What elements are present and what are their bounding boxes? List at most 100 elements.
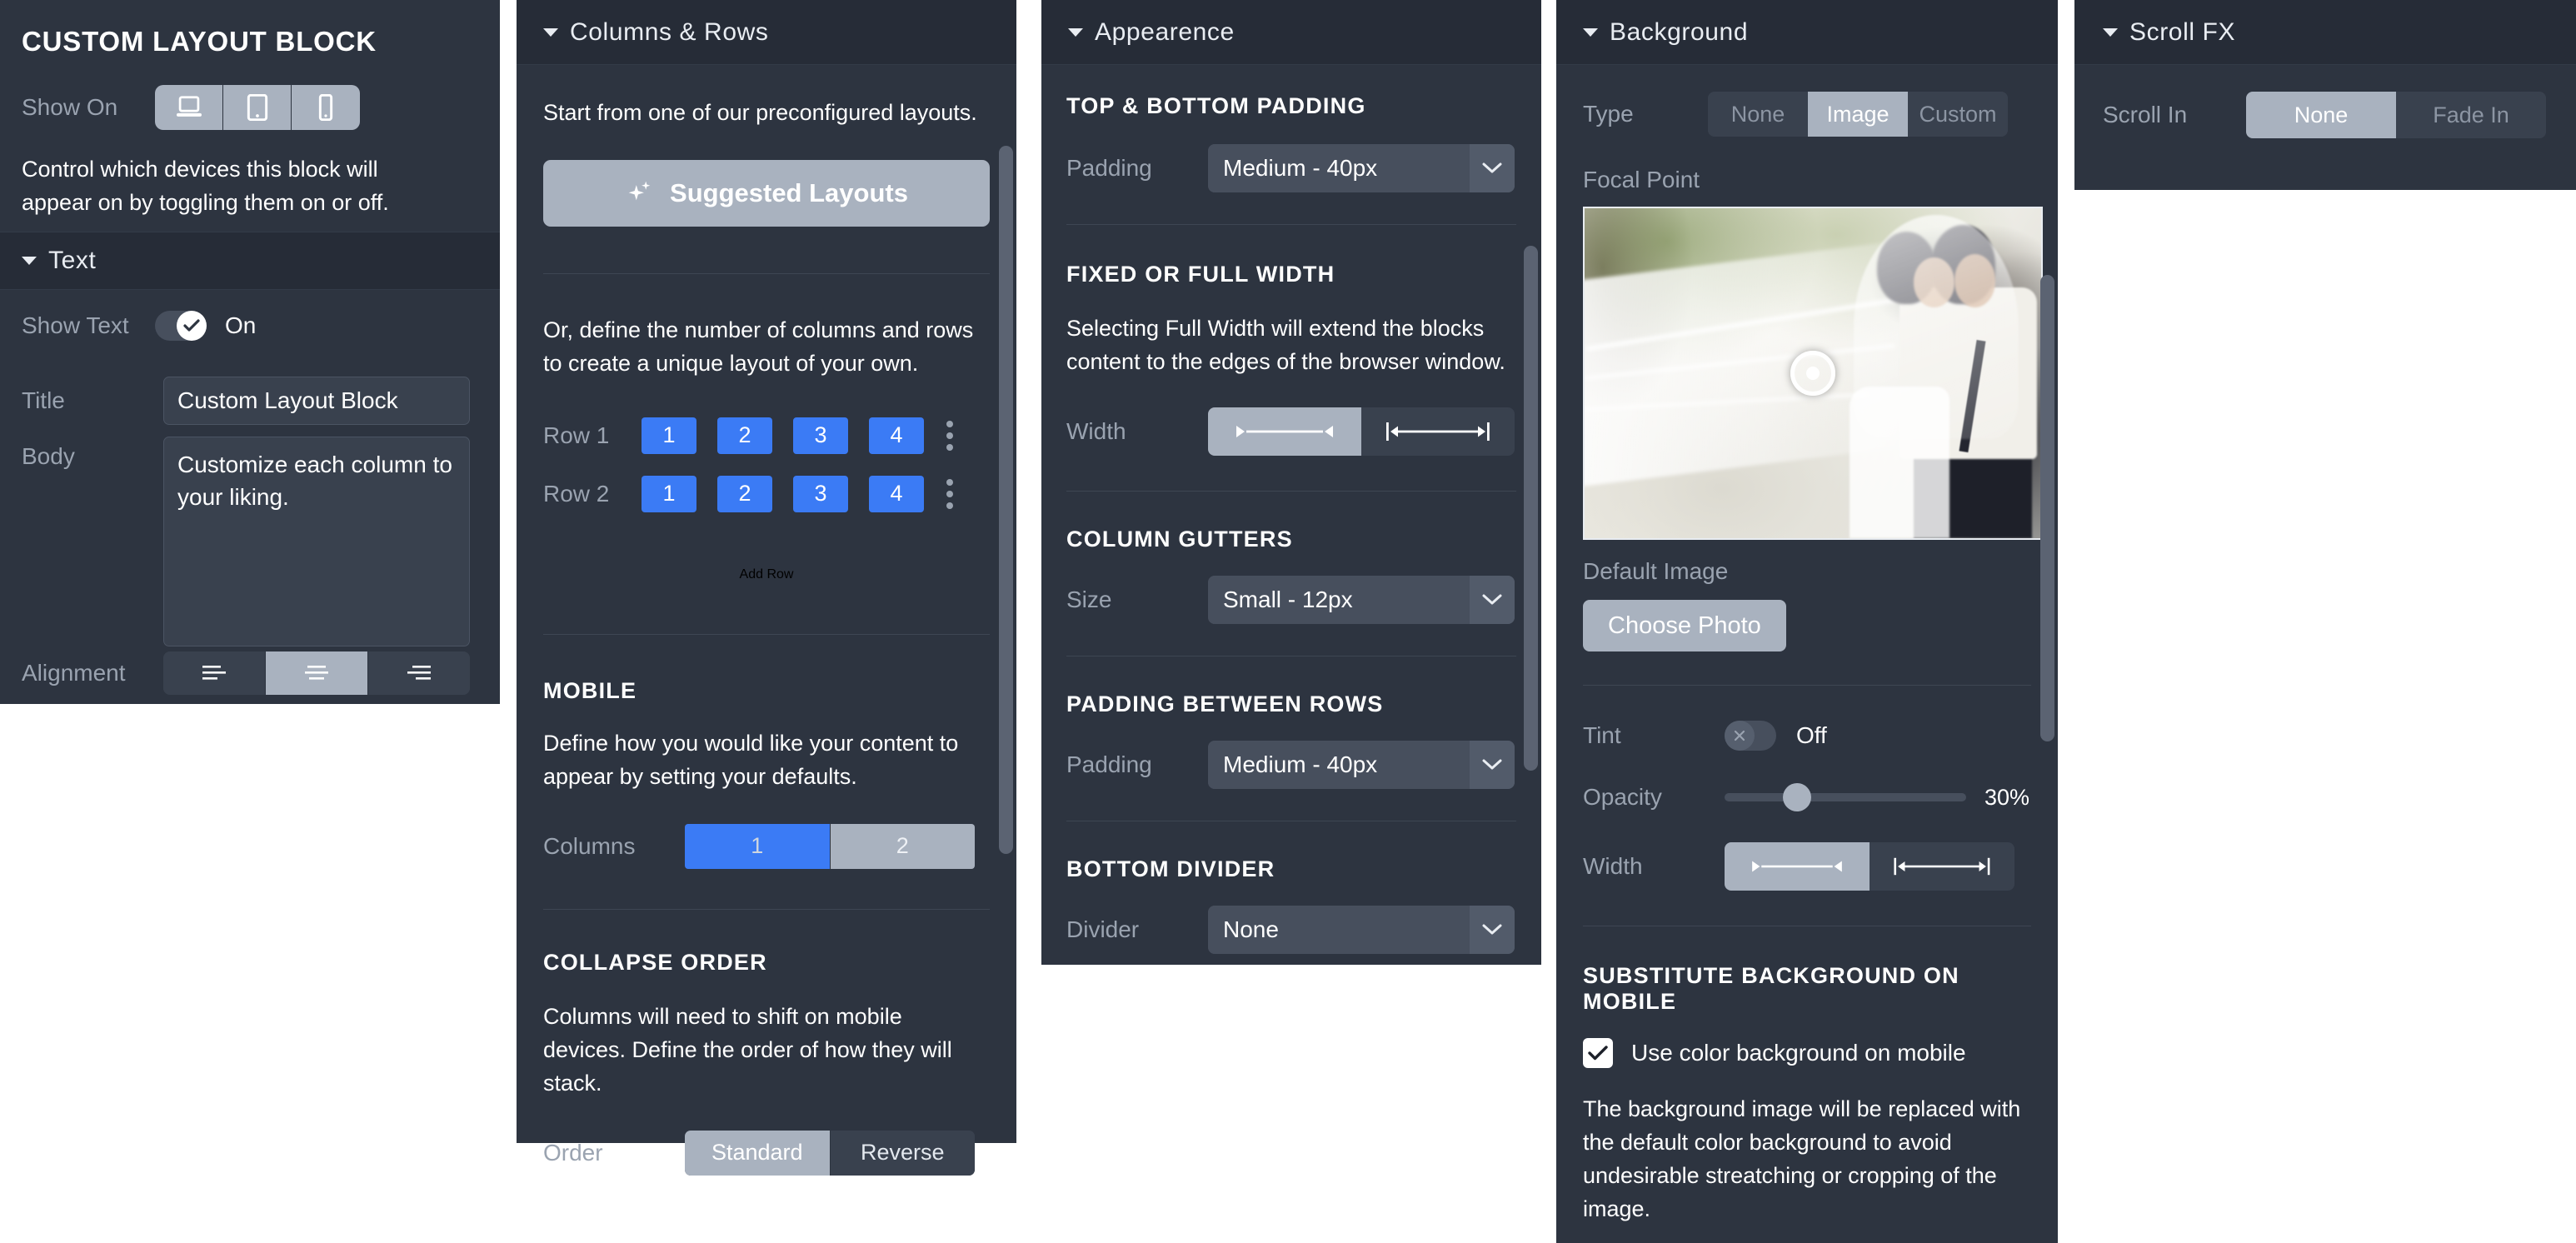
width-row: Width [1066,407,1516,456]
scroll-in-option-fade-in[interactable]: Fade In [2396,92,2546,138]
row-2-label: Row 2 [543,480,610,507]
row-1-cell-3[interactable]: 3 [793,417,848,454]
tablet-icon [247,94,267,121]
columns-rows-scrollbar[interactable] [999,146,1013,854]
appearance-header[interactable]: Appearence [1041,0,1541,65]
background-header[interactable]: Background [1556,0,2058,65]
show-text-row: Show Text On [22,305,488,347]
device-toggle-tablet[interactable] [223,85,292,130]
background-width-full[interactable] [1870,842,2014,891]
focal-point-marker[interactable] [1790,351,1835,396]
row-2-cell-1[interactable]: 1 [642,475,696,512]
substitute-checkbox-row[interactable]: Use color background on mobile [1583,1038,2031,1068]
body-textarea[interactable]: Customize each column to your liking. [163,437,470,646]
divider-dropdown[interactable]: None [1208,905,1515,954]
width-option-fixed[interactable] [1208,407,1361,456]
mobile-columns-option-2[interactable]: 2 [830,823,975,869]
align-center-icon [305,666,328,680]
padding-label: Padding [1066,155,1152,181]
toggle-knob [177,311,207,341]
row-1-options-icon[interactable] [937,420,962,451]
focal-point-dot [1806,367,1820,380]
panel-custom-layout-block: CUSTOM LAYOUT BLOCK Show On Control whic… [0,0,500,704]
text-section-label: Text [48,247,97,274]
panel-appearance: Appearence TOP & BOTTOM PADDING Padding … [1041,0,1541,965]
chevron-down-icon [543,27,558,37]
opacity-track [1725,783,1966,811]
panel-scroll-fx: Scroll FX Scroll In None Fade In [2074,0,2576,190]
mobile-section-header: MOBILE [543,677,637,703]
title-input[interactable]: Custom Layout Block [163,377,470,425]
width-group[interactable] [1208,407,1515,456]
mobile-columns-group[interactable]: 1 2 [685,823,975,869]
order-option-reverse[interactable]: Reverse [830,1130,975,1176]
row-1-cell-1[interactable]: 1 [642,417,696,454]
background-scrollbar[interactable] [2040,275,2054,741]
background-type-custom[interactable]: Custom [1908,92,2008,137]
scroll-in-group[interactable]: None Fade In [2246,92,2546,138]
background-type-image[interactable]: Image [1808,92,1908,137]
panel-columns-rows: Columns & Rows Start from one of our pre… [517,0,1016,1176]
text-section-header[interactable]: Text [0,232,500,290]
appearance-scrollbar[interactable] [1524,246,1538,771]
check-icon [1588,1046,1608,1061]
alignment-group[interactable] [163,651,470,695]
suggested-layouts-button[interactable]: Suggested Layouts [543,159,990,227]
width-option-full[interactable] [1361,407,1515,456]
add-row-button[interactable]: Add Row [740,567,794,582]
mobile-columns-option-1[interactable]: 1 [685,823,831,869]
scroll-in-label: Scroll In [2103,102,2188,127]
collapse-order-row: Order Standard Reverse [543,1130,990,1176]
background-width-fixed[interactable] [1725,842,1870,891]
tint-toggle[interactable] [1725,721,1776,751]
use-color-background-checkbox[interactable] [1583,1038,1613,1068]
block-title-bar: CUSTOM LAYOUT BLOCK [0,0,500,83]
background-type-group[interactable]: None Image Custom [1708,92,2008,137]
mobile-columns-row: Columns 1 2 [543,823,990,869]
title-row: Title Custom Layout Block [22,377,488,425]
default-image-label: Default Image [1583,558,1729,584]
row-1-cell-2[interactable]: 2 [717,417,772,454]
align-right-icon [407,666,431,680]
row-2-options-icon[interactable] [937,478,962,509]
padding-rows-dropdown[interactable]: Medium - 40px [1208,740,1515,789]
device-toggle-phone[interactable] [292,85,360,130]
divider-value: None [1208,905,1470,954]
row-2-cell-3[interactable]: 3 [793,475,848,512]
opacity-knob[interactable] [1782,783,1811,811]
row-2-cell-4[interactable]: 4 [869,475,924,512]
columns-rows-label: Columns & Rows [570,17,769,46]
focal-point-preview[interactable] [1583,207,2043,540]
row-2-cell-2[interactable]: 2 [717,475,772,512]
device-toggle-laptop[interactable] [155,85,223,130]
chevron-down-icon [1068,27,1083,37]
opacity-slider[interactable] [1725,783,1966,811]
show-on-device-toggle-group[interactable] [155,85,360,130]
background-width-label: Width [1583,853,1643,879]
padding-rows-row: Padding Medium - 40px [1066,740,1516,789]
columns-rows-header[interactable]: Columns & Rows [517,0,1016,65]
order-group[interactable]: Standard Reverse [685,1130,975,1176]
row-1-cell-4[interactable]: 4 [869,417,924,454]
order-option-standard[interactable]: Standard [685,1130,831,1176]
tint-label: Tint [1583,722,1621,748]
padding-dropdown[interactable]: Medium - 40px [1208,144,1515,192]
gutter-size-dropdown[interactable]: Small - 12px [1208,575,1515,624]
background-type-none[interactable]: None [1708,92,1808,137]
background-width-group[interactable] [1725,842,2014,891]
scroll-in-option-none[interactable]: None [2246,92,2396,138]
alignment-center-button[interactable] [266,651,368,695]
collapse-order-header: COLLAPSE ORDER [543,949,767,975]
scroll-fx-header[interactable]: Scroll FX [2074,0,2576,65]
row-config-2: Row 2 1 2 3 4 [543,475,990,512]
show-text-toggle[interactable] [155,311,207,341]
chevron-down-icon [1470,575,1515,624]
choose-photo-button[interactable]: Choose Photo [1583,600,1786,651]
row-1-cells[interactable]: 1 2 3 4 [642,417,924,454]
check-icon [183,319,200,332]
size-label: Size [1066,586,1112,612]
alignment-right-button[interactable] [368,651,470,695]
alignment-label: Alignment [22,660,126,686]
alignment-left-button[interactable] [163,651,266,695]
row-2-cells[interactable]: 1 2 3 4 [642,475,924,512]
